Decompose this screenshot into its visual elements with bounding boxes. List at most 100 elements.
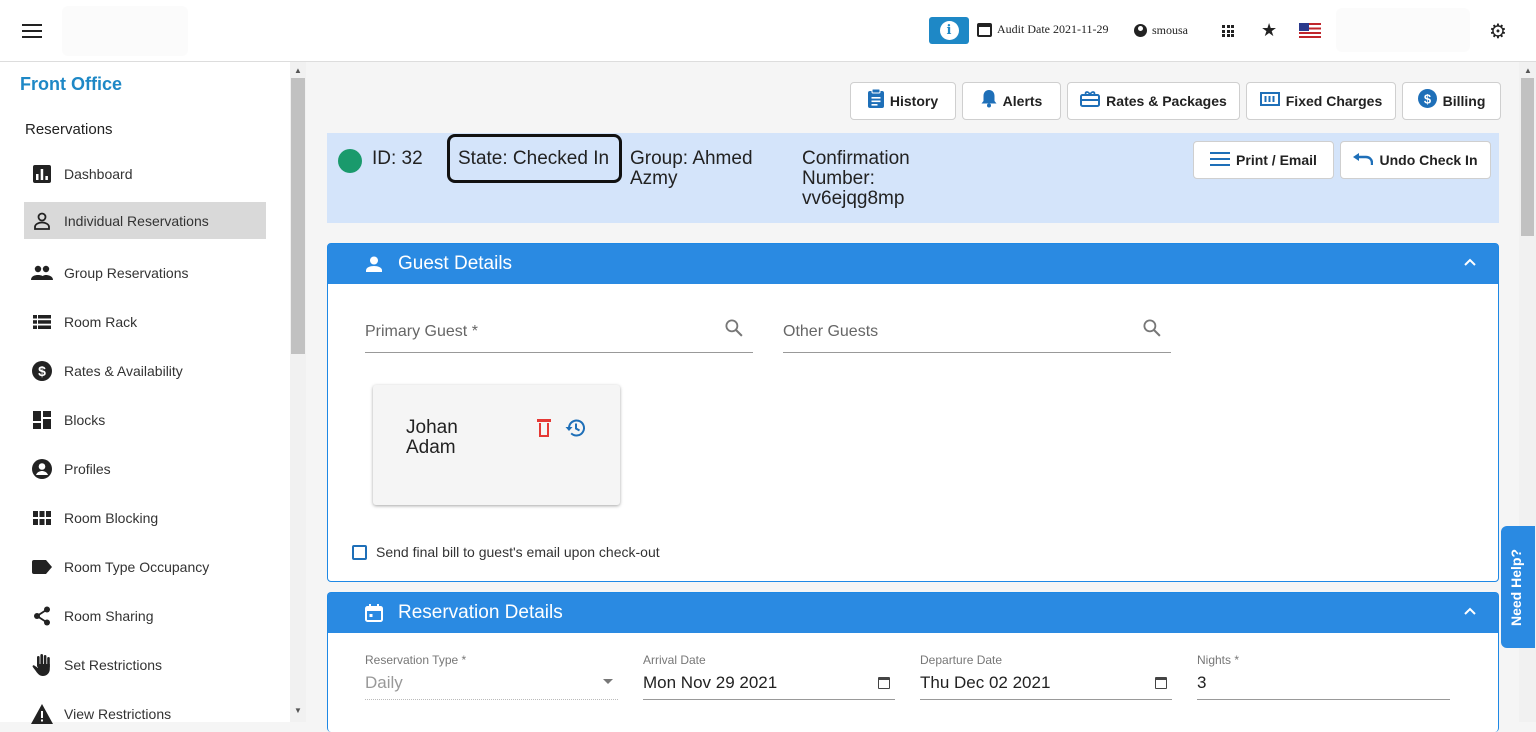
send-final-bill-checkbox[interactable] (352, 544, 367, 560)
clipboard-icon (867, 88, 884, 113)
calendar-icon[interactable] (1155, 677, 1167, 689)
fixed-charges-button[interactable]: Fixed Charges (1246, 82, 1396, 120)
search-icon[interactable] (721, 315, 751, 345)
nights-text: 3 (1197, 673, 1207, 692)
sidebar-item-individual-reservations[interactable]: Individual Reservations (24, 202, 266, 239)
user-menu[interactable]: smousa (1134, 23, 1188, 38)
departure-date-field[interactable]: Departure Date Thu Dec 02 2021 (920, 653, 1172, 700)
hamburger-menu-icon[interactable] (22, 24, 42, 38)
sidebar-scrollbar[interactable]: ▲ ▼ (290, 62, 306, 722)
chevron-up-icon[interactable] (1464, 253, 1476, 270)
svg-text:$: $ (38, 363, 46, 379)
sidebar-item-dashboard[interactable]: Dashboard (24, 155, 266, 192)
sidebar-item-label: Dashboard (64, 165, 133, 182)
sidebar: Front Office Reservations Dashboard Indi… (0, 62, 290, 724)
sidebar-item-label: Room Blocking (64, 509, 159, 526)
billing-button[interactable]: $ Billing (1402, 82, 1501, 120)
bar-chart-icon (31, 163, 53, 185)
primary-guest-placeholder: Primary Guest * (365, 323, 478, 340)
reservation-details-header[interactable]: Reservation Details (328, 593, 1498, 633)
sidebar-item-room-type-occupancy[interactable]: Room Type Occupancy (24, 548, 266, 585)
calendar-icon[interactable] (878, 677, 890, 689)
alerts-button[interactable]: Alerts (962, 82, 1061, 120)
bell-icon (981, 89, 997, 113)
departure-date-value[interactable]: Thu Dec 02 2021 (920, 673, 1172, 700)
scrollbar-thumb[interactable] (1521, 78, 1534, 236)
apps-grid-icon[interactable] (1222, 25, 1234, 37)
hand-icon (31, 653, 53, 676)
sidebar-item-label: Room Sharing (64, 607, 154, 624)
dropdown-arrow-icon[interactable] (603, 679, 613, 684)
sidebar-item-view-restrictions[interactable]: View Restrictions (24, 695, 266, 732)
billing-label: Billing (1442, 93, 1486, 109)
rates-packages-label: Rates & Packages (1106, 93, 1227, 109)
username: smousa (1152, 23, 1188, 37)
chevron-up-icon[interactable] (1464, 602, 1476, 619)
scroll-up-arrow-icon[interactable]: ▲ (1524, 66, 1532, 75)
guest-details-panel: Guest Details Primary Guest * Other Gues… (327, 243, 1499, 582)
sidebar-item-blocks[interactable]: Blocks (24, 401, 266, 438)
trash-icon[interactable] (537, 419, 551, 437)
reservation-type-value[interactable]: Daily (365, 673, 618, 700)
guest-card[interactable]: Johan Adam (373, 385, 620, 505)
scroll-down-arrow-icon[interactable]: ▼ (294, 706, 302, 715)
warning-icon (31, 703, 53, 725)
sidebar-item-set-restrictions[interactable]: Set Restrictions (24, 646, 266, 683)
history-button[interactable]: History (850, 82, 956, 120)
arrival-date-label: Arrival Date (643, 653, 706, 667)
print-email-button[interactable]: Print / Email (1193, 141, 1334, 179)
sidebar-item-rates-availability[interactable]: $ Rates & Availability (24, 352, 266, 389)
sidebar-item-label: Set Restrictions (64, 656, 163, 673)
history-icon[interactable] (565, 417, 587, 439)
arrival-date-field[interactable]: Arrival Date Mon Nov 29 2021 (643, 653, 895, 700)
sidebar-item-label: Room Rack (64, 313, 138, 330)
person-icon (31, 210, 53, 232)
gear-icon[interactable]: ⚙ (1489, 21, 1507, 43)
nights-field[interactable]: Nights * 3 (1197, 653, 1450, 700)
sidebar-item-group-reservations[interactable]: Group Reservations (24, 254, 266, 291)
sidebar-title: Front Office (20, 74, 122, 94)
sidebar-item-room-rack[interactable]: Room Rack (24, 303, 266, 340)
us-flag-icon[interactable] (1299, 23, 1321, 38)
person-icon (364, 256, 384, 272)
scroll-up-arrow-icon[interactable]: ▲ (294, 66, 302, 75)
sidebar-item-label: Profiles (64, 460, 111, 477)
reservation-type-select[interactable]: Reservation Type * Daily (365, 653, 618, 700)
send-final-bill-label: Send final bill to guest's email upon ch… (376, 544, 660, 560)
undo-check-in-button[interactable]: Undo Check In (1340, 141, 1491, 179)
arrival-date-value[interactable]: Mon Nov 29 2021 (643, 673, 895, 700)
share-icon (31, 605, 53, 627)
info-button[interactable]: i (929, 17, 969, 44)
other-guests-input[interactable]: Other Guests (783, 317, 1171, 353)
reservation-status-bar: ID: 32 State: Checked In Group: Ahmed Az… (327, 133, 1499, 223)
sidebar-item-room-blocking[interactable]: Room Blocking (24, 499, 266, 536)
arrival-date-text: Mon Nov 29 2021 (643, 673, 778, 692)
sidebar-item-label: Individual Reservations (64, 212, 209, 229)
dollar-icon: $ (31, 360, 53, 382)
undo-check-in-label: Undo Check In (1379, 152, 1478, 168)
primary-guest-input[interactable]: Primary Guest * (365, 317, 753, 353)
undo-icon (1353, 152, 1374, 168)
guest-details-header[interactable]: Guest Details (328, 244, 1498, 284)
star-icon[interactable]: ★ (1261, 20, 1277, 40)
rates-packages-button[interactable]: Rates & Packages (1067, 82, 1240, 120)
sidebar-item-label: Group Reservations (64, 264, 189, 281)
reservation-details-title: Reservation Details (398, 602, 563, 623)
reservation-state: State: Checked In (458, 148, 610, 169)
scrollbar-thumb[interactable] (291, 78, 305, 354)
list-icon (31, 311, 53, 333)
nights-label: Nights * (1197, 653, 1240, 667)
sidebar-item-room-sharing[interactable]: Room Sharing (24, 597, 266, 634)
sidebar-item-profiles[interactable]: Profiles (24, 450, 266, 487)
calendar-icon (977, 22, 992, 37)
send-final-bill-option[interactable]: Send final bill to guest's email upon ch… (352, 544, 660, 560)
need-help-tab[interactable]: Need Help? (1501, 526, 1535, 648)
account-circle-icon (31, 458, 53, 480)
calendar-icon (364, 604, 384, 622)
dollar-circle-icon: $ (1417, 89, 1437, 113)
dashboard-icon (31, 409, 53, 431)
search-icon[interactable] (1139, 315, 1169, 345)
fixed-charges-label: Fixed Charges (1285, 93, 1383, 109)
menu-lines-icon (1210, 151, 1231, 169)
nights-value[interactable]: 3 (1197, 673, 1450, 700)
